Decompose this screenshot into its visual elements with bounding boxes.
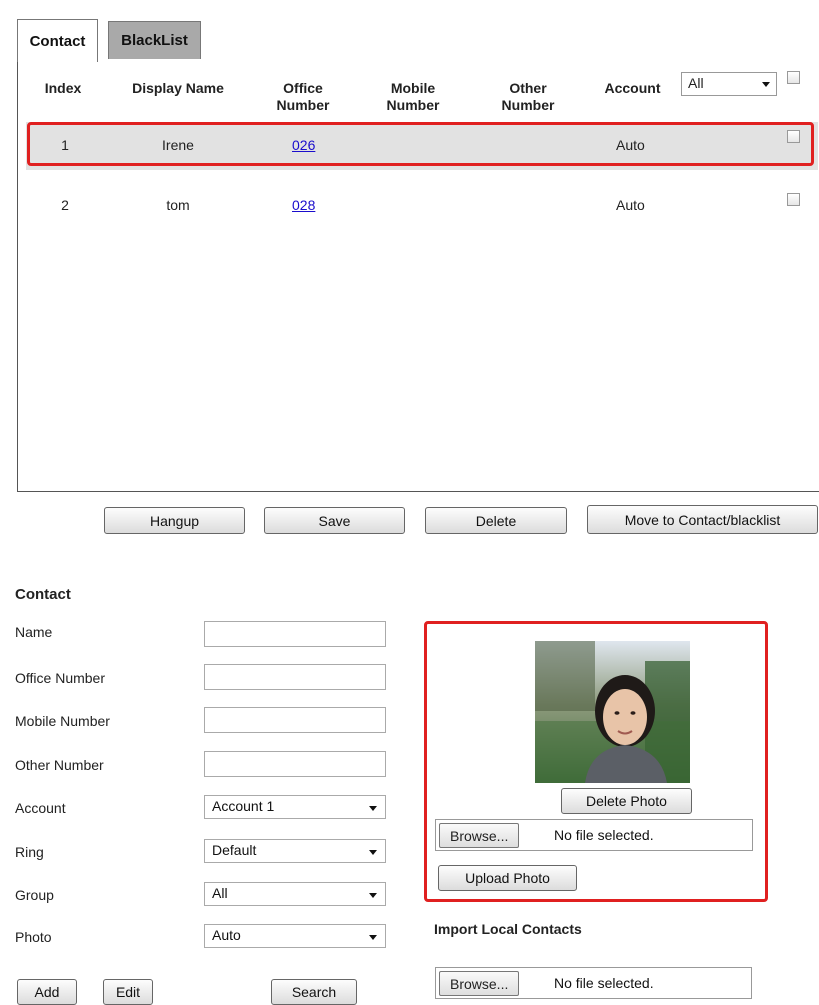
group-label: Group [15, 887, 54, 903]
account-select[interactable]: Account 1 [204, 795, 386, 819]
contact-table-panel: Index Display Name Office Number Mobile … [17, 61, 819, 492]
select-all-checkbox[interactable] [787, 71, 800, 84]
import-local-contacts-title: Import Local Contacts [434, 921, 582, 937]
import-file-status: No file selected. [554, 975, 654, 991]
mobile-number-label: Mobile Number [15, 713, 110, 729]
photo-file-status: No file selected. [554, 827, 654, 843]
hangup-button[interactable]: Hangup [104, 507, 245, 534]
header-office-line1: Office [283, 80, 323, 96]
table-row[interactable]: 1 Irene 026 Auto [26, 122, 818, 170]
move-to-contact-blacklist-button[interactable]: Move to Contact/blacklist [587, 505, 818, 534]
row-office-number-link[interactable]: 028 [292, 197, 315, 213]
chevron-down-icon [369, 893, 377, 898]
upload-photo-button[interactable]: Upload Photo [438, 865, 577, 891]
chevron-down-icon [369, 806, 377, 811]
contact-form-title: Contact [15, 586, 71, 603]
delete-button[interactable]: Delete [425, 507, 567, 534]
row-account: Auto [616, 137, 645, 153]
office-number-field[interactable] [204, 664, 386, 690]
ring-select[interactable]: Default [204, 839, 386, 863]
name-field[interactable] [204, 621, 386, 647]
row-index: 2 [61, 197, 69, 213]
chevron-down-icon [369, 935, 377, 940]
header-office-number: Office Number [268, 80, 338, 114]
account-label: Account [15, 800, 66, 816]
header-other-line1: Other [509, 80, 547, 96]
chevron-down-icon [369, 850, 377, 855]
account-select-value: Account 1 [212, 798, 275, 814]
save-button[interactable]: Save [264, 507, 405, 534]
photo-label: Photo [15, 929, 52, 945]
row-display-name: tom [166, 197, 190, 213]
row-office-number-link[interactable]: 026 [292, 137, 315, 153]
ring-select-value: Default [212, 842, 257, 858]
tab-bar: Contact BlackList [17, 19, 819, 62]
contact-photo-image [535, 641, 690, 783]
edit-button[interactable]: Edit [103, 979, 153, 1005]
group-select[interactable]: All [204, 882, 386, 906]
other-number-field[interactable] [204, 751, 386, 777]
chevron-down-icon [762, 82, 770, 87]
row-account: Auto [616, 197, 645, 213]
import-browse-button[interactable]: Browse... [439, 971, 520, 996]
photo-browse-button[interactable]: Browse... [439, 823, 520, 848]
row-checkbox[interactable] [787, 130, 800, 143]
office-number-label: Office Number [15, 670, 105, 686]
row-checkbox[interactable] [787, 193, 800, 206]
ring-label: Ring [15, 844, 44, 860]
table-row[interactable]: 2 tom 028 Auto [26, 181, 818, 229]
header-mobile-number: Mobile Number [378, 80, 448, 114]
row-index: 1 [61, 137, 69, 153]
header-other-number: Other Number [493, 80, 563, 114]
account-filter-select[interactable]: All [681, 72, 777, 96]
mobile-number-field[interactable] [204, 707, 386, 733]
photo-file-picker[interactable]: Browse... No file selected. [435, 819, 753, 851]
header-other-line2: Number [501, 97, 555, 113]
header-mobile-line2: Number [386, 97, 440, 113]
account-filter-value: All [688, 75, 704, 91]
group-select-value: All [212, 885, 228, 901]
table-header: Index Display Name Office Number Mobile … [18, 61, 818, 119]
delete-photo-button[interactable]: Delete Photo [561, 788, 692, 814]
tab-blacklist[interactable]: BlackList [108, 21, 201, 59]
other-number-label: Other Number [15, 757, 104, 773]
add-button[interactable]: Add [17, 979, 77, 1005]
contact-photo [535, 641, 690, 783]
photo-select[interactable]: Auto [204, 924, 386, 948]
header-index: Index [44, 80, 82, 96]
header-account: Account [604, 80, 661, 96]
tab-contact[interactable]: Contact [17, 19, 98, 62]
photo-select-value: Auto [212, 927, 241, 943]
header-display-name: Display Name [132, 80, 224, 96]
header-mobile-line1: Mobile [390, 80, 436, 96]
header-office-line2: Number [276, 97, 330, 113]
name-label: Name [15, 624, 53, 640]
row-display-name: Irene [162, 137, 194, 153]
import-file-picker[interactable]: Browse... No file selected. [435, 967, 752, 999]
search-button[interactable]: Search [271, 979, 357, 1005]
